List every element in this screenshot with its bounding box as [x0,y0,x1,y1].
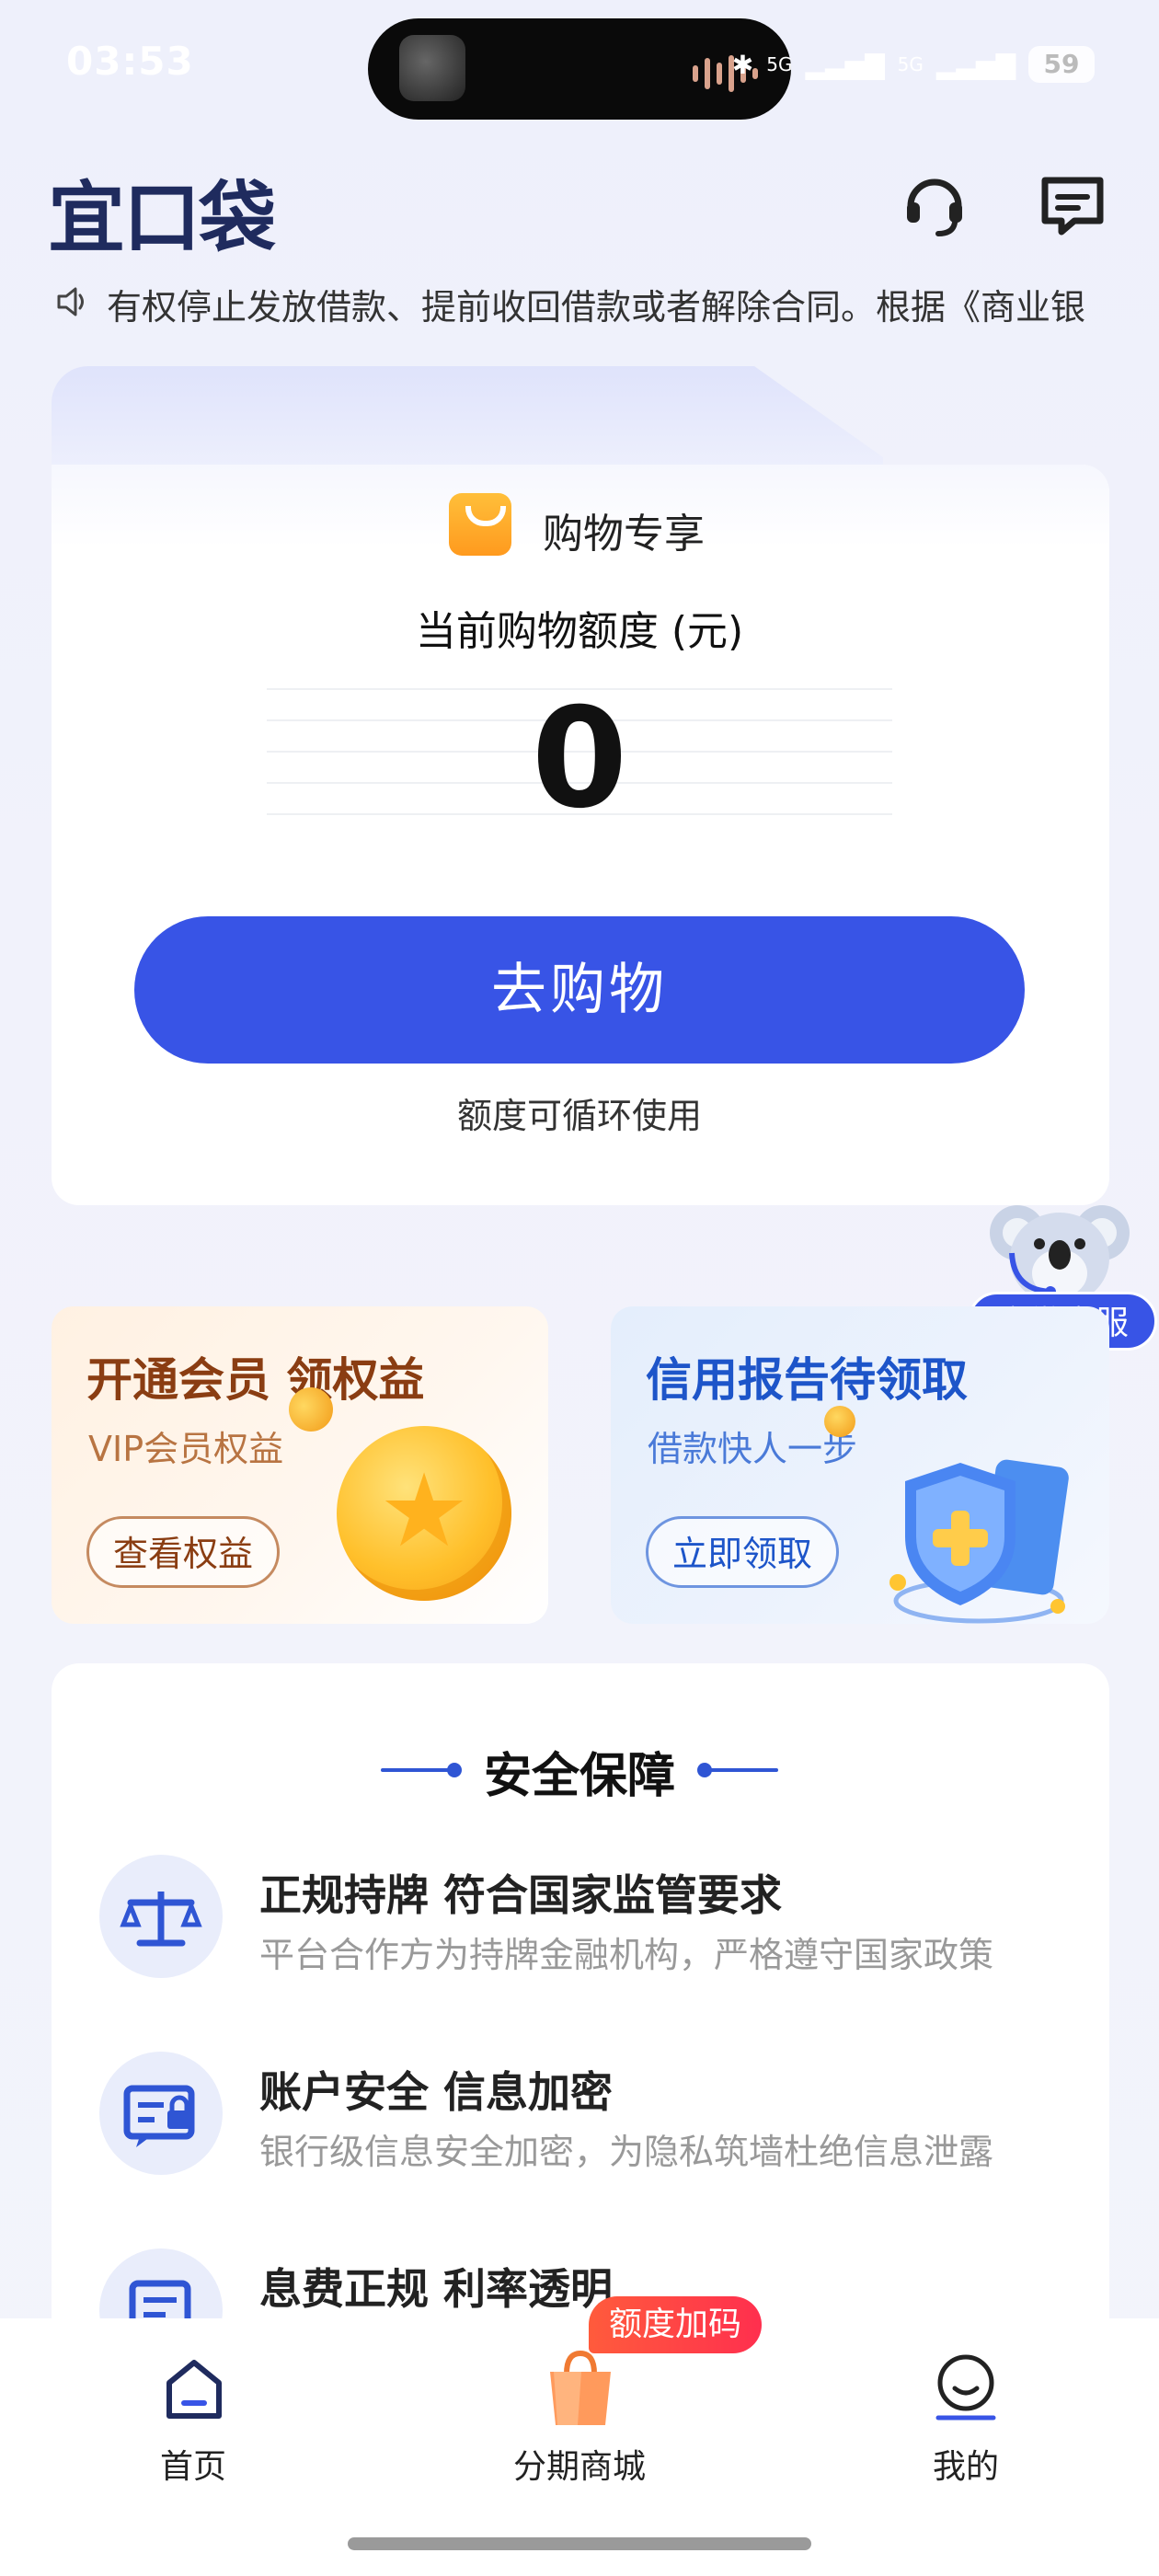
tab-home[interactable]: 首页 [83,2440,304,2488]
message-icon[interactable] [1038,171,1107,241]
quota-footnote: 额度可循环使用 [456,1096,702,1136]
speaker-icon [53,283,90,324]
dynamic-island[interactable] [368,18,791,120]
vip-promo-title: 开通会员 领权益 [86,1353,425,1407]
notice-text: 有权停止发放借款、提前收回借款或者解除合同。根据《商业银 [107,286,1086,328]
account-security-icon [99,2052,223,2175]
quota-label: 当前购物额度 (元) [415,608,744,655]
credit-report-title: 信用报告待领取 [646,1353,968,1407]
go-shopping-button[interactable]: 去购物 [134,916,1025,1064]
koala-mascot-icon[interactable] [986,1189,1133,1308]
signal-5g-label-2: 5G [897,53,924,75]
vip-promo-subtitle: VIP会员权益 [88,1429,284,1469]
claim-now-button[interactable]: 立即领取 [646,1516,840,1588]
small-coin-icon [824,1406,855,1437]
signal-bars-icon: ▂▃▅▇ [935,49,1016,80]
notice-bar[interactable]: 有权停止发放借款、提前收回借款或者解除合同。根据《商业银 [53,276,1111,331]
security-title: 安全保障 [483,1749,675,1804]
vip-promo-card[interactable]: 开通会员 领权益 VIP会员权益 查看权益 [52,1306,548,1624]
view-benefits-button[interactable]: 查看权益 [86,1516,281,1588]
bluetooth-icon: ✱ [731,49,754,80]
customer-service-icon[interactable] [900,169,970,239]
signal-bars-icon: ▂▃▅▇ [805,49,885,80]
shield-icon [889,1459,1069,1624]
security-item-title: 正规持牌 符合国家监管要求 [259,1870,783,1920]
home-indicator[interactable] [348,2537,811,2550]
tab-mine[interactable]: 我的 [855,2440,1076,2488]
profile-icon[interactable] [933,2352,999,2421]
app-logo: 宜口袋 [48,173,276,263]
credit-report-promo-card[interactable]: 信用报告待领取 借款快人一步 立即领取 [611,1306,1109,1624]
star-coin-icon [337,1426,511,1601]
security-item-desc: 平台合作方为持牌金融机构，严格遵守国家政策 [259,1935,994,1975]
status-indicators: ✱ 5G ▂▃▅▇ 5G ▂▃▅▇ 59 [732,46,1095,83]
battery-indicator: 59 [1028,46,1095,83]
quota-boost-badge: 额度加码 [589,2296,763,2353]
home-icon[interactable] [164,2357,224,2421]
security-item-title: 账户安全 信息加密 [259,2067,614,2117]
signal-5g-label-1: 5G [766,53,793,75]
shopping-exclusive-label: 购物专享 [543,511,705,558]
status-time: 03:53 [66,39,194,84]
shopping-bag-icon [449,493,511,556]
security-item-desc: 银行级信息安全加密，为隐私筑墙杜绝信息泄露 [259,2132,994,2172]
scale-icon [99,1855,223,1978]
now-playing-artwork [399,35,465,101]
title-decoration-right [697,1763,778,1777]
security-item-title: 息费正规 利率透明 [259,2264,614,2314]
quota-value: 0 [531,679,628,839]
tab-installment-mall[interactable]: 分期商城 [469,2440,690,2488]
mall-bag-icon[interactable] [541,2346,620,2429]
